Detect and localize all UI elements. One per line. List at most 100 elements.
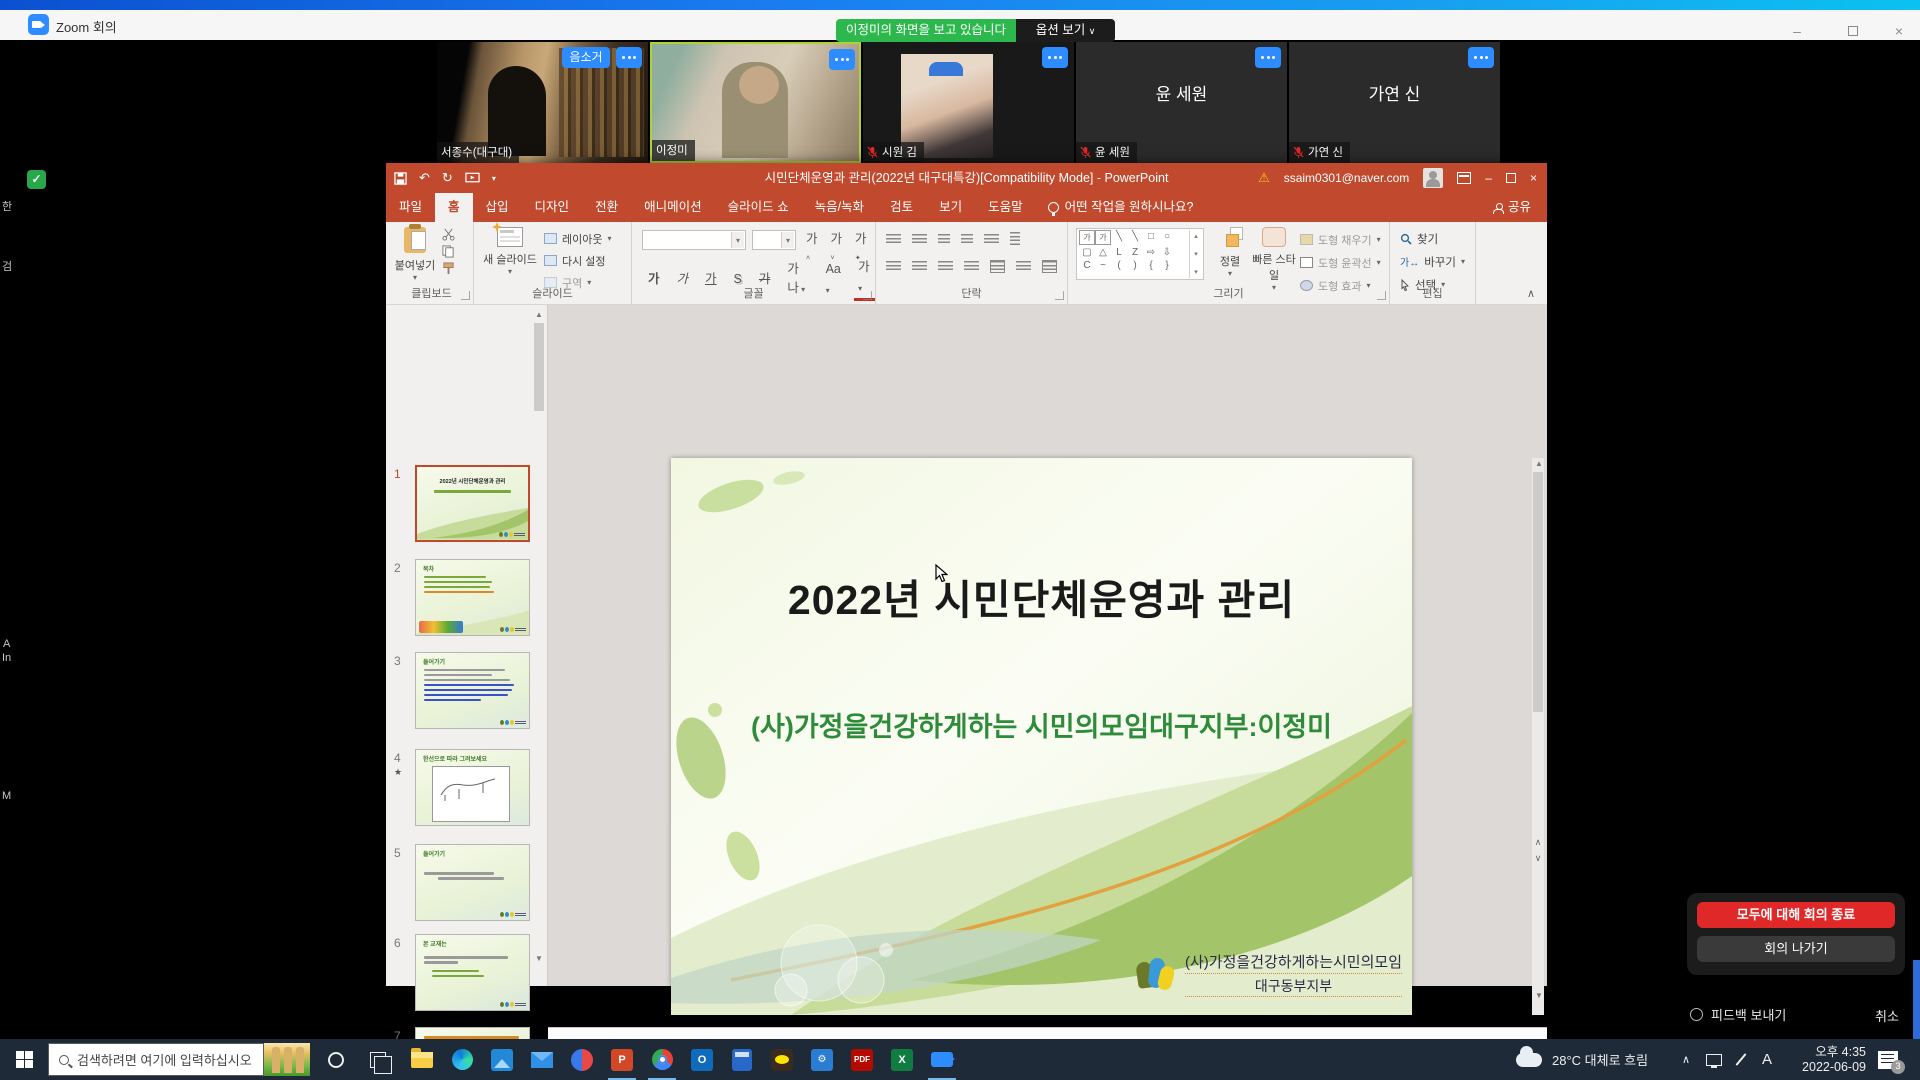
minimize-button[interactable]: –: [1782, 22, 1812, 40]
more-options-button[interactable]: [1042, 47, 1068, 68]
zoom-camera-icon[interactable]: [922, 1039, 962, 1080]
network-icon[interactable]: [1706, 1039, 1722, 1080]
participant-tile-5[interactable]: 가연 신 가연 신: [1289, 42, 1500, 163]
paste-button[interactable]: 붙여넣기▾: [392, 227, 438, 282]
align-left-icon[interactable]: [886, 261, 901, 272]
cancel-button[interactable]: 취소: [1875, 1006, 1899, 1025]
tab-transitions[interactable]: 전환: [582, 193, 631, 222]
tab-file[interactable]: 파일: [386, 193, 435, 222]
layout-button[interactable]: 레이아웃▾: [544, 229, 612, 248]
tray-chevron[interactable]: ∧: [1682, 1039, 1690, 1080]
account-email[interactable]: ssaim0301@naver.com: [1284, 171, 1410, 185]
avatar[interactable]: [1423, 168, 1443, 188]
powerpoint-icon[interactable]: P: [602, 1039, 642, 1080]
font-name-combobox[interactable]: ▾: [642, 230, 746, 250]
more-options-button[interactable]: [1255, 47, 1281, 68]
chrome-icon[interactable]: [642, 1039, 682, 1080]
reset-button[interactable]: 다시 설정: [544, 251, 612, 270]
previous-slide-button[interactable]: ∧: [1531, 837, 1545, 848]
security-app-icon[interactable]: [562, 1039, 602, 1080]
taskbar-search-input[interactable]: 검색하려면 여기에 입력하십시오: [48, 1043, 264, 1076]
tools-app-icon[interactable]: ⚙: [802, 1039, 842, 1080]
weather-widget[interactable]: 28°C 대체로 흐림: [1516, 1039, 1648, 1080]
ask-to-mute-button[interactable]: 음소거: [562, 47, 610, 68]
tab-help[interactable]: 도움말: [975, 193, 1036, 222]
more-options-button[interactable]: [616, 47, 642, 68]
tab-animations[interactable]: 애니메이션: [631, 193, 715, 222]
edge-icon[interactable]: [442, 1039, 482, 1080]
slide-thumbnail-4[interactable]: 한선으로 따라 그려보세요: [415, 749, 530, 826]
tell-me-box[interactable]: 어떤 작업을 원하시나요?: [1036, 193, 1206, 222]
outlook-icon[interactable]: O: [682, 1039, 722, 1080]
acrobat-icon[interactable]: PDF: [842, 1039, 882, 1080]
slide-thumbnail-5[interactable]: 들어가기: [415, 844, 530, 921]
slide-canvas[interactable]: 2022년 시민단체운영과 관리 (사)가정을건강하게하는 시민의모임대구지부:…: [671, 458, 1412, 1015]
arrange-button[interactable]: 정렬▾: [1210, 227, 1250, 278]
maximize-button[interactable]: [1838, 22, 1868, 40]
scroll-up-icon[interactable]: ▲: [533, 309, 545, 321]
next-slide-button[interactable]: ∨: [1531, 853, 1545, 864]
text-direction-icon[interactable]: [1010, 232, 1020, 246]
notification-center-icon[interactable]: 3: [1878, 1039, 1898, 1080]
task-view-icon[interactable]: [358, 1039, 398, 1080]
slide-thumbnail-1[interactable]: 2022년 시민단체운영과 관리: [415, 465, 530, 542]
ppt-close-button[interactable]: ×: [1530, 171, 1537, 185]
more-options-button[interactable]: [1468, 47, 1494, 68]
more-options-button[interactable]: [829, 49, 855, 70]
tab-record[interactable]: 녹음/녹화: [802, 193, 877, 222]
ppt-restore-button[interactable]: [1506, 173, 1516, 183]
ppt-minimize-button[interactable]: –: [1485, 171, 1492, 185]
font-size-combobox[interactable]: ▾: [752, 230, 796, 250]
tab-review[interactable]: 검토: [877, 193, 926, 222]
panel-scrollbar[interactable]: ▲ ▼: [533, 309, 545, 979]
shape-gallery[interactable]: 가가╲╲□○ ▢△LZ⇨⇩ C~(){} ▴▾▾: [1076, 228, 1204, 280]
mail-icon[interactable]: [522, 1039, 562, 1080]
find-button[interactable]: 찾기: [1400, 229, 1465, 248]
slide-subtitle[interactable]: (사)가정을건강하게하는 시민의모임대구지부:이정미: [671, 705, 1412, 744]
tab-slideshow[interactable]: 슬라이드 쇼: [715, 193, 802, 222]
copy-icon[interactable]: [442, 245, 455, 258]
align-center-icon[interactable]: [912, 261, 927, 272]
feedback-checkbox[interactable]: [1690, 1008, 1703, 1021]
shape-outline-button[interactable]: 도형 윤곽선▾: [1300, 253, 1381, 272]
photos-icon[interactable]: [482, 1039, 522, 1080]
share-button[interactable]: 공유: [1477, 193, 1547, 222]
scroll-down-icon[interactable]: ▼: [533, 953, 545, 965]
ribbon-display-options-icon[interactable]: [1457, 172, 1471, 184]
numbering-icon[interactable]: [912, 234, 927, 245]
participant-tile-2-active-speaker[interactable]: 이정미: [650, 42, 861, 163]
scroll-down-icon[interactable]: ▼: [1533, 990, 1545, 1002]
quick-styles-button[interactable]: 빠른 스타일▾: [1252, 227, 1296, 292]
smartart-icon[interactable]: [1042, 260, 1057, 273]
antivirus-shield-icon[interactable]: ✓: [27, 170, 46, 189]
slide-thumbnail-6[interactable]: 본 교재는: [415, 934, 530, 1011]
align-right-icon[interactable]: [938, 261, 953, 272]
participant-tile-3[interactable]: 시원 김: [863, 42, 1074, 163]
decrease-indent-icon[interactable]: [938, 234, 950, 245]
clipboard-dialog-launcher[interactable]: [461, 291, 470, 300]
collapse-ribbon-button[interactable]: ∧: [1527, 287, 1535, 300]
tab-view[interactable]: 보기: [926, 193, 975, 222]
kakaotalk-icon[interactable]: [762, 1039, 802, 1080]
end-meeting-for-all-button[interactable]: 모두에 대해 회의 종료: [1697, 902, 1895, 928]
ime-indicator[interactable]: A: [1762, 1039, 1772, 1080]
tab-insert[interactable]: 삽입: [473, 193, 522, 222]
calculator-icon[interactable]: [722, 1039, 762, 1080]
close-button[interactable]: ×: [1884, 22, 1914, 40]
leave-meeting-button[interactable]: 회의 나가기: [1697, 936, 1895, 962]
start-button[interactable]: [0, 1039, 48, 1080]
align-text-icon[interactable]: [1016, 261, 1031, 272]
paragraph-dialog-launcher[interactable]: [1055, 291, 1064, 300]
line-spacing-icon[interactable]: [984, 234, 999, 245]
clock[interactable]: 오후 4:35 2022-06-09: [1790, 1039, 1866, 1080]
tab-design[interactable]: 디자인: [522, 193, 583, 222]
font-dialog-launcher[interactable]: [863, 291, 872, 300]
slide-scrollbar[interactable]: ▲ ▼: [1532, 458, 1544, 1015]
participant-tile-4[interactable]: 윤 세원 윤 세원: [1076, 42, 1287, 163]
justify-icon[interactable]: [964, 261, 979, 272]
file-explorer-icon[interactable]: [402, 1039, 442, 1080]
cut-icon[interactable]: [442, 228, 455, 241]
new-slide-button[interactable]: 새 슬라이드▾: [482, 227, 538, 276]
slide-title[interactable]: 2022년 시민단체운영과 관리: [671, 566, 1412, 626]
participant-tile-1[interactable]: 음소거 서종수(대구대): [437, 42, 648, 163]
